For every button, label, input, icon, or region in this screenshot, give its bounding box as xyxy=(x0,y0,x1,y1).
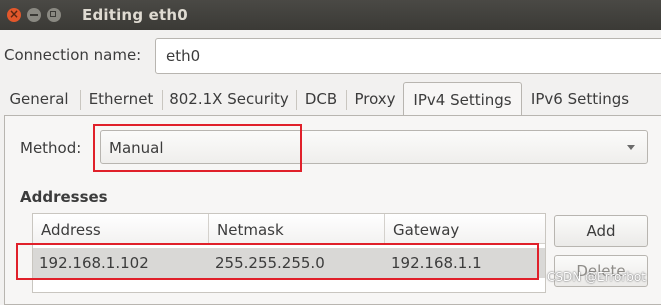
column-header-netmask[interactable]: Netmask xyxy=(209,214,385,244)
connection-name-input[interactable]: eth0 xyxy=(155,38,661,74)
settings-tabs: General Ethernet 802.1X Security DCB Pro… xyxy=(0,82,661,116)
addresses-heading: Addresses xyxy=(20,188,108,206)
tab-dcb[interactable]: DCB xyxy=(299,82,343,116)
add-address-button[interactable]: Add xyxy=(554,215,648,247)
tab-separator xyxy=(162,90,163,110)
watermark: CSDN @Errorbot xyxy=(547,270,646,284)
address-row-highlight-box xyxy=(16,243,539,280)
chevron-down-icon xyxy=(627,145,635,150)
window-titlebar: Editing eth0 xyxy=(0,0,661,30)
tab-ethernet[interactable]: Ethernet xyxy=(84,82,158,116)
maximize-icon[interactable] xyxy=(47,8,61,22)
column-header-gateway[interactable]: Gateway xyxy=(385,214,545,244)
method-highlight-box xyxy=(93,124,302,172)
minimize-icon[interactable] xyxy=(27,8,41,22)
method-label: Method: xyxy=(20,139,82,157)
tab-ipv4-settings[interactable]: IPv4 Settings xyxy=(403,82,522,116)
tab-separator xyxy=(80,90,81,110)
tab-general[interactable]: General xyxy=(4,82,74,116)
tab-802-1x-security[interactable]: 802.1X Security xyxy=(166,82,292,116)
window-title: Editing eth0 xyxy=(82,6,188,24)
close-icon[interactable] xyxy=(7,8,21,22)
tab-proxy[interactable]: Proxy xyxy=(348,82,402,116)
tab-separator xyxy=(346,90,347,110)
tab-separator xyxy=(296,90,297,110)
connection-name-label: Connection name: xyxy=(4,46,142,64)
tab-ipv6-settings[interactable]: IPv6 Settings xyxy=(526,82,634,116)
column-header-address[interactable]: Address xyxy=(33,214,209,244)
